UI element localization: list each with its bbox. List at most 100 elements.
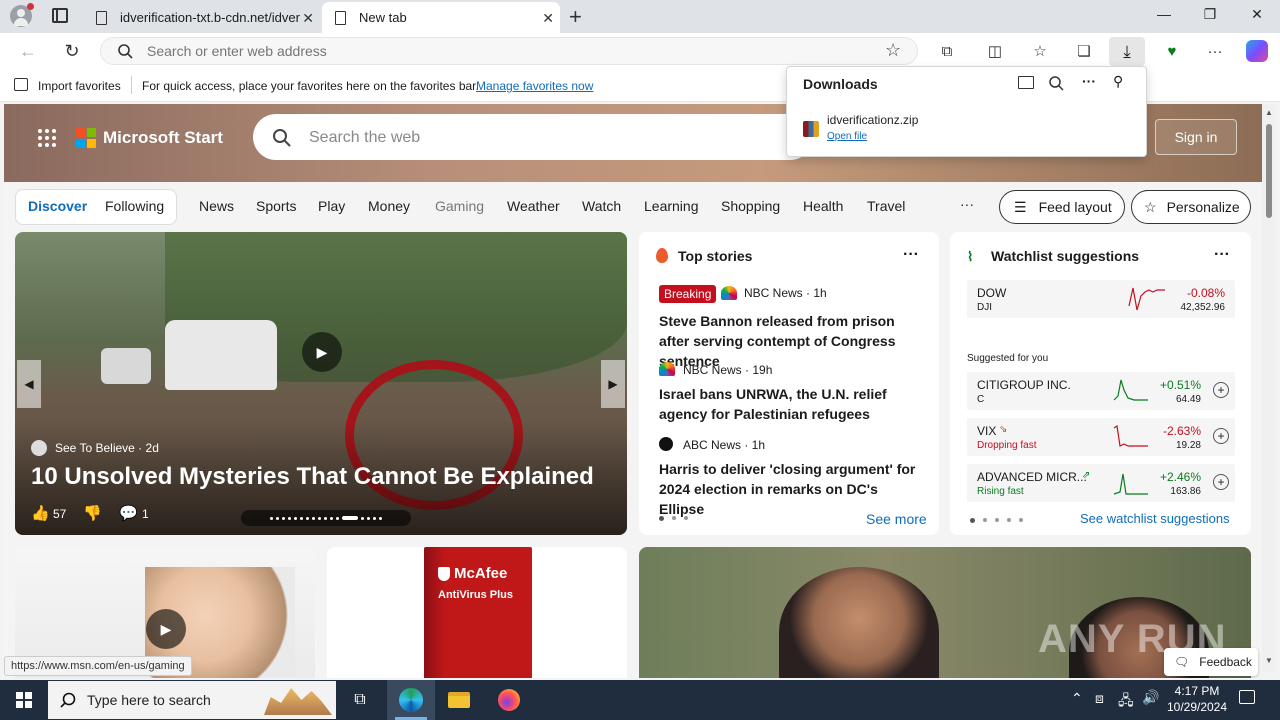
minimize-icon[interactable]: — xyxy=(1149,6,1179,22)
story-headline[interactable]: Steve Bannon released from prison after … xyxy=(659,311,921,371)
address-input[interactable] xyxy=(147,42,847,60)
downloads-button[interactable]: ⤓ xyxy=(1109,37,1145,66)
tab-new-tab[interactable]: New tab ✕ xyxy=(322,2,560,33)
dislike-icon[interactable]: 👎 xyxy=(83,504,102,522)
tab-actions-icon[interactable] xyxy=(52,8,68,23)
firefox-icon[interactable] xyxy=(486,680,532,720)
back-icon[interactable]: ← xyxy=(16,40,40,62)
hero-carousel[interactable]: ▶ ◀ ▶ See To Believe · 2d 10 Unsolved My… xyxy=(15,232,627,535)
nav-play[interactable]: Play xyxy=(318,198,345,214)
feedback-button[interactable]: 🗨 Feedback xyxy=(1164,648,1258,676)
more-options-icon[interactable]: ··· xyxy=(1203,40,1227,62)
taskbar-search-box[interactable]: Type here to search xyxy=(48,681,336,719)
story-headline[interactable]: Harris to deliver 'closing argument' for… xyxy=(659,459,921,519)
show-hidden-icons[interactable]: ⌃ xyxy=(1071,690,1083,707)
volume-icon[interactable]: 🔊 xyxy=(1142,689,1159,706)
restore-icon[interactable]: ❐ xyxy=(1195,6,1225,23)
scroll-thumb[interactable] xyxy=(1266,124,1272,218)
copilot-icon[interactable] xyxy=(1246,40,1268,62)
like-icon[interactable]: 👍 xyxy=(31,504,50,522)
brand-title[interactable]: Microsoft Start xyxy=(103,128,223,148)
comment-icon[interactable]: 💬 xyxy=(119,504,138,522)
nav-watch[interactable]: Watch xyxy=(582,198,621,214)
add-to-watchlist-icon[interactable]: + xyxy=(1213,428,1229,444)
nav-money[interactable]: Money xyxy=(368,198,410,214)
play-button[interactable]: ▶ xyxy=(146,609,186,649)
new-tab-icon[interactable]: + xyxy=(569,4,582,30)
next-slide-button[interactable]: ▶ xyxy=(601,360,625,408)
open-folder-icon[interactable] xyxy=(1018,76,1034,89)
import-favorites-button[interactable]: Import favorites xyxy=(38,79,121,93)
edge-taskbar-icon[interactable] xyxy=(387,680,435,720)
msn-search-box[interactable]: Search the web xyxy=(253,114,813,160)
nav-sports[interactable]: Sports xyxy=(256,198,296,214)
collections-icon[interactable]: ❏ xyxy=(1072,40,1096,62)
nav-travel[interactable]: Travel xyxy=(867,198,905,214)
close-window-icon[interactable]: ✕ xyxy=(1242,6,1272,23)
search-icon[interactable] xyxy=(1049,76,1064,91)
page-dots[interactable] xyxy=(659,516,688,521)
favorite-star-icon[interactable]: ☆ xyxy=(885,40,901,61)
add-to-watchlist-icon[interactable]: + xyxy=(1213,474,1229,490)
hero-headline[interactable]: 10 Unsolved Mysteries That Cannot Be Exp… xyxy=(31,463,594,491)
watchlist-title[interactable]: Watchlist suggestions xyxy=(991,248,1139,264)
page-scrollbar[interactable]: ▲ ▼ xyxy=(1262,104,1276,672)
download-icon: ⤓ xyxy=(1123,41,1131,61)
profile-avatar[interactable] xyxy=(10,3,34,27)
more-icon[interactable]: ··· xyxy=(1214,246,1230,264)
stock-row-dow[interactable]: DOW DJI -0.08% 42,352.96 xyxy=(967,280,1235,318)
clock[interactable]: 4:17 PM 10/29/2024 xyxy=(1166,683,1228,715)
nav-more-icon[interactable]: ··· xyxy=(960,196,974,212)
add-to-watchlist-icon[interactable]: + xyxy=(1213,382,1229,398)
feed-layout-button[interactable]: ☰ Feed layout xyxy=(999,190,1125,224)
discover-tab[interactable]: Discover xyxy=(28,198,87,214)
close-tab-icon[interactable]: ✕ xyxy=(302,10,314,27)
file-explorer-icon[interactable] xyxy=(436,680,482,720)
task-view-icon[interactable]: ⧉ xyxy=(340,680,380,720)
more-options-icon[interactable]: ··· xyxy=(1082,73,1096,89)
close-tab-icon[interactable]: ✕ xyxy=(542,10,554,27)
network-icon[interactable]: 🖧 xyxy=(1118,690,1134,714)
open-file-link[interactable]: Open file xyxy=(827,131,867,142)
nav-health[interactable]: Health xyxy=(803,198,843,214)
story-headline[interactable]: Israel bans UNRWA, the U.N. relief agenc… xyxy=(659,384,921,424)
prev-slide-button[interactable]: ◀ xyxy=(17,360,41,408)
refresh-icon[interactable]: ↻ xyxy=(60,40,84,62)
scroll-up-icon[interactable]: ▲ xyxy=(1265,108,1273,117)
manage-favorites-link[interactable]: Manage favorites now xyxy=(476,79,593,93)
ad-card[interactable]: McAfee AntiVirus Plus xyxy=(327,547,627,678)
more-icon[interactable]: ··· xyxy=(903,246,919,264)
start-button[interactable] xyxy=(0,680,48,720)
stocks-icon: ⌇ xyxy=(967,249,974,264)
browser-essentials-icon[interactable]: ♥ xyxy=(1160,40,1184,62)
notifications-icon[interactable] xyxy=(1239,690,1255,704)
tray-app-icon[interactable]: ⧈ xyxy=(1095,690,1104,707)
page-dots[interactable] xyxy=(970,518,1023,523)
see-watchlist-link[interactable]: See watchlist suggestions xyxy=(1080,511,1230,526)
stock-row-vix[interactable]: VIX ⇘ Dropping fast -2.63% 19.28 + xyxy=(967,418,1235,456)
carousel-dots[interactable] xyxy=(241,510,411,526)
personalize-button[interactable]: ☆ Personalize xyxy=(1131,190,1251,224)
following-tab[interactable]: Following xyxy=(105,198,164,214)
sign-in-button[interactable]: Sign in xyxy=(1155,119,1237,155)
see-more-link[interactable]: See more xyxy=(866,511,927,527)
nav-learning[interactable]: Learning xyxy=(644,198,699,214)
apps-grid-icon[interactable] xyxy=(38,129,56,147)
nav-weather[interactable]: Weather xyxy=(507,198,560,214)
search-highlight-image xyxy=(264,688,332,715)
nav-news[interactable]: News xyxy=(199,198,234,214)
play-button[interactable]: ▶ xyxy=(302,332,342,372)
stock-row-citigroup[interactable]: CITIGROUP INC. C +0.51% 64.49 + xyxy=(967,372,1235,410)
nav-shopping[interactable]: Shopping xyxy=(721,198,780,214)
pin-icon[interactable]: ⚲ xyxy=(1113,73,1123,90)
top-stories-title[interactable]: Top stories xyxy=(678,248,752,264)
nav-gaming[interactable]: Gaming xyxy=(435,198,484,214)
extensions-icon[interactable]: ⧉ xyxy=(935,40,959,62)
tab-idverification[interactable]: idverification-txt.b-cdn.net/idver ✕ xyxy=(86,2,320,33)
split-screen-icon[interactable]: ◫ xyxy=(983,40,1007,62)
download-file-name[interactable]: idverificationz.zip xyxy=(827,113,918,127)
address-bar[interactable]: ☆ xyxy=(100,37,918,65)
scroll-down-icon[interactable]: ▼ xyxy=(1265,656,1273,665)
favorites-icon[interactable]: ☆ xyxy=(1028,40,1052,62)
stock-row-amd[interactable]: ADVANCED MICR... ⇗ Rising fast +2.46% 16… xyxy=(967,464,1235,502)
